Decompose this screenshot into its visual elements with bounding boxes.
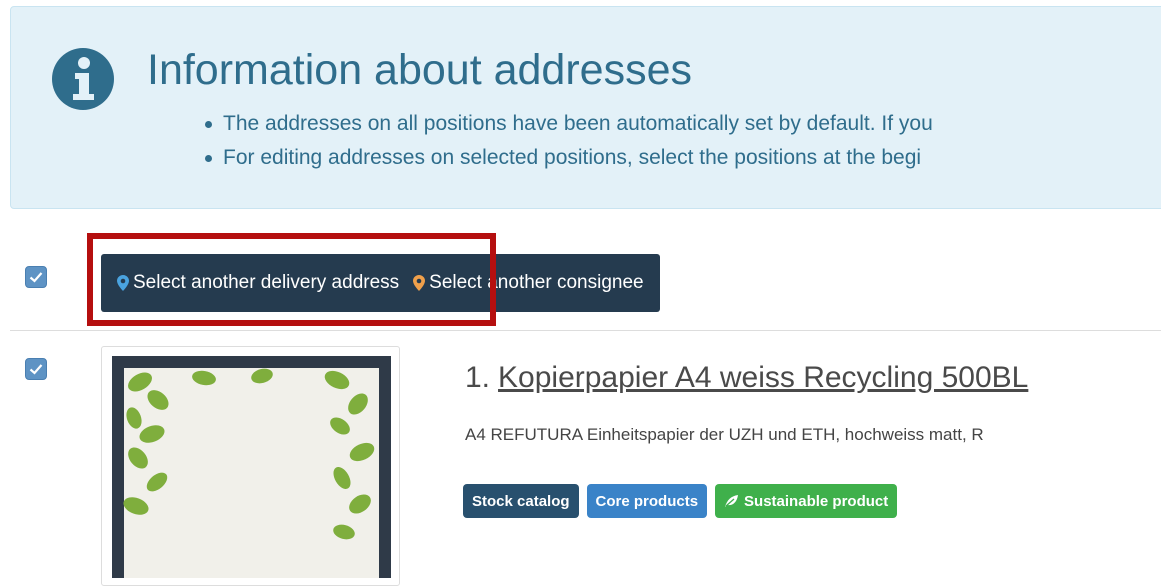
badge-sustainable-product: Sustainable product [715, 484, 898, 518]
product-photo [112, 356, 391, 578]
info-alert: Information about addresses The addresse… [10, 6, 1161, 209]
info-list: The addresses on all positions have been… [201, 107, 933, 175]
info-circle-icon [52, 48, 114, 110]
select-consignee-button[interactable]: Select another consignee [407, 254, 659, 312]
info-title: Information about addresses [147, 46, 692, 94]
sustainable-label: Sustainable product [744, 492, 889, 510]
check-icon [29, 364, 43, 375]
product-title: 1. Kopierpapier A4 weiss Recycling 500BL [465, 358, 1028, 398]
select-delivery-address-button[interactable]: Select another delivery address [101, 254, 407, 312]
divider [10, 330, 1161, 331]
product-number: 1. [465, 361, 491, 394]
select-all-checkbox[interactable] [25, 266, 47, 288]
map-marker-icon [413, 275, 426, 291]
product-image[interactable] [101, 346, 400, 586]
badge-core-products: Core products [586, 484, 708, 518]
leaf-icon [725, 495, 739, 507]
product-checkbox[interactable] [25, 358, 47, 380]
product-description: A4 REFUTURA Einheitspapier der UZH und E… [465, 425, 984, 444]
delivery-address-label: Select another delivery address [133, 272, 400, 293]
consignee-label: Select another consignee [429, 272, 644, 293]
badge-stock-catalog: Stock catalog [463, 484, 579, 518]
product-name-link[interactable]: Kopierpapier A4 weiss Recycling 500BL [498, 361, 1028, 394]
map-marker-icon [117, 275, 129, 291]
product-badges: Stock catalog Core products Sustainable … [463, 484, 898, 518]
address-toolbar: Select another delivery address Select a… [101, 254, 660, 312]
check-icon [29, 272, 43, 283]
info-bullet: The addresses on all positions have been… [201, 107, 933, 141]
info-bullet: For editing addresses on selected positi… [201, 141, 933, 175]
